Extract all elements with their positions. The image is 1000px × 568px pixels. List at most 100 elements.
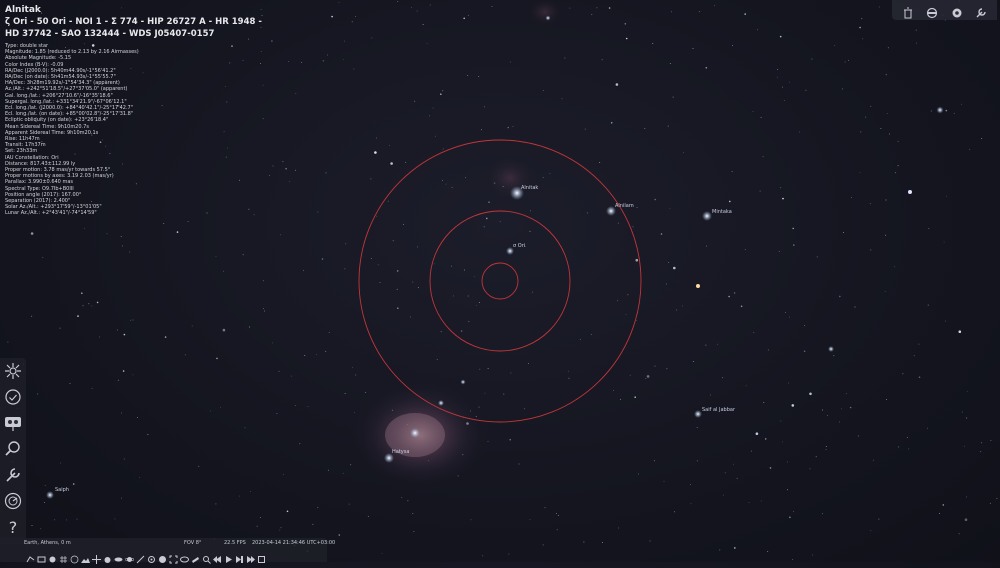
label-saiph[interactable]: Saiph xyxy=(55,487,69,493)
field-star xyxy=(433,263,435,265)
field-star xyxy=(410,316,411,318)
field-star xyxy=(870,530,872,532)
field-star xyxy=(722,377,724,379)
field-star xyxy=(885,199,887,201)
field-star xyxy=(780,187,782,189)
field-star xyxy=(848,59,849,61)
field-star xyxy=(451,186,453,188)
time-forward-icon[interactable] xyxy=(246,549,255,563)
field-star xyxy=(670,11,672,13)
field-star xyxy=(762,156,764,158)
quit-icon[interactable] xyxy=(257,549,266,563)
azimuthal-grid-icon[interactable] xyxy=(70,549,79,564)
field-star xyxy=(176,231,179,233)
field-star xyxy=(889,133,891,135)
field-star xyxy=(391,409,393,411)
field-star xyxy=(653,460,655,462)
time-play-icon[interactable] xyxy=(224,549,233,563)
field-star xyxy=(555,512,557,514)
field-star xyxy=(370,258,372,260)
field-star xyxy=(706,245,708,247)
field-star xyxy=(139,476,140,478)
field-star xyxy=(842,88,843,90)
field-star xyxy=(544,507,546,509)
constellation-lines-icon[interactable] xyxy=(26,549,35,563)
field-star xyxy=(344,393,346,395)
field-star xyxy=(276,412,278,414)
configuration-icon[interactable] xyxy=(4,466,22,484)
location-icon[interactable] xyxy=(4,414,22,432)
constellation-art-icon[interactable] xyxy=(48,549,57,563)
sky-and-viewing-options-icon[interactable] xyxy=(4,362,22,380)
field-star xyxy=(294,404,296,406)
fullscreen-icon[interactable] xyxy=(169,549,178,564)
field-star xyxy=(338,2,340,3)
field-star xyxy=(510,61,511,63)
field-star xyxy=(843,232,844,233)
field-star xyxy=(478,302,480,303)
search-icon[interactable] xyxy=(4,440,22,458)
field-star xyxy=(121,497,122,499)
field-star xyxy=(262,280,264,282)
field-star xyxy=(778,250,780,252)
field-star xyxy=(996,498,998,499)
field-star xyxy=(782,197,784,200)
field-star xyxy=(390,162,393,165)
label-alnilam[interactable]: Alnilam xyxy=(615,203,634,209)
planets-icon[interactable] xyxy=(124,549,135,562)
nebulas-icon[interactable] xyxy=(114,549,123,562)
object-detail-line: Lunar Az./Alt.: +2°43'41"/-74°14'59" xyxy=(5,210,97,217)
settings-icon[interactable] xyxy=(951,4,963,18)
label-alnitak[interactable]: Alnitak xyxy=(521,185,538,191)
field-star xyxy=(692,361,694,363)
star-saif[interactable] xyxy=(694,410,702,418)
field-star xyxy=(617,300,618,302)
field-star xyxy=(777,69,779,71)
label-sigma-ori[interactable]: σ Ori xyxy=(513,243,525,249)
field-star xyxy=(989,502,991,504)
telescope-control-icon[interactable] xyxy=(191,549,200,563)
field-star xyxy=(569,7,571,9)
atmosphere-icon[interactable] xyxy=(103,549,112,563)
fps-readout: 22.5 FPS xyxy=(224,540,246,546)
field-star xyxy=(627,294,629,296)
field-star xyxy=(833,355,835,357)
star-mintaka[interactable] xyxy=(702,211,712,221)
date-time-icon[interactable] xyxy=(4,388,22,406)
field-star xyxy=(792,227,794,230)
equatorial-grid-icon[interactable] xyxy=(59,549,68,563)
field-star xyxy=(219,406,221,408)
center-selected-icon[interactable] xyxy=(147,549,156,563)
zoom-icon[interactable] xyxy=(202,549,211,564)
help-icon[interactable]: ? xyxy=(4,518,22,537)
field-star xyxy=(396,288,398,290)
field-star xyxy=(601,59,603,61)
field-star xyxy=(760,116,762,118)
equatorial-mount-icon[interactable] xyxy=(136,549,145,564)
wrench-icon[interactable] xyxy=(975,4,987,18)
label-hatysa[interactable]: Hatysa xyxy=(392,449,409,455)
label-mintaka[interactable]: Mintaka xyxy=(712,209,732,215)
field-star xyxy=(187,220,189,222)
field-star xyxy=(668,262,670,263)
field-star xyxy=(731,170,733,172)
field-star xyxy=(652,43,654,44)
ocular-view-icon[interactable] xyxy=(180,549,189,563)
ground-icon[interactable] xyxy=(81,549,90,563)
ocular-icon[interactable] xyxy=(926,4,938,19)
datetime-readout: 2023-04-14 21:34:46 UTC+03:00 xyxy=(252,540,336,546)
constellation-labels-icon[interactable] xyxy=(37,549,46,563)
field-star xyxy=(478,406,480,408)
field-star xyxy=(927,427,929,429)
time-rewind-icon[interactable] xyxy=(213,549,222,563)
time-now-icon[interactable] xyxy=(235,549,244,563)
field-star xyxy=(429,4,431,6)
field-star xyxy=(579,339,581,341)
star-saiph[interactable] xyxy=(46,491,54,499)
astronomical-calculations-icon[interactable] xyxy=(4,492,22,510)
star-trapezium[interactable] xyxy=(410,428,420,438)
night-mode-icon[interactable] xyxy=(158,549,167,563)
cardinal-points-icon[interactable] xyxy=(92,549,101,564)
label-saif[interactable]: Saif al Jabbar xyxy=(702,407,735,413)
trash-icon[interactable] xyxy=(902,4,914,19)
